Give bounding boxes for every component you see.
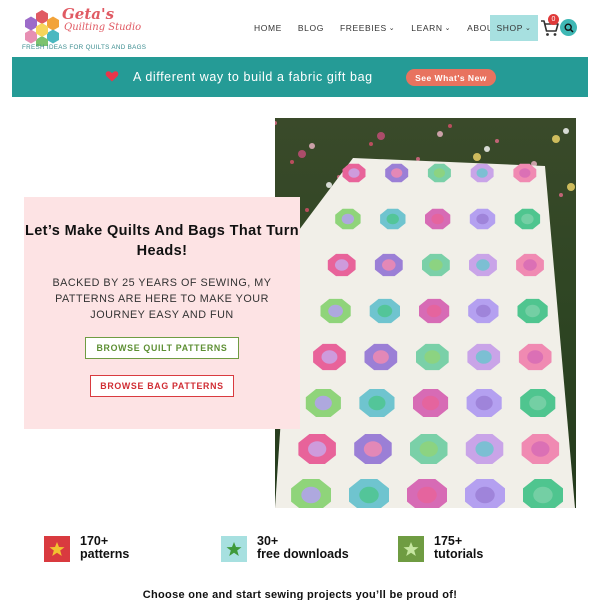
logo-name: Geta's: [62, 5, 115, 23]
hero-subtitle: BACKED BY 25 YEARS OF SEWING, MY PATTERN…: [52, 277, 272, 321]
promo-banner: A different way to build a fabric gift b…: [12, 57, 588, 97]
nav-learn-label: LEARN: [411, 23, 443, 33]
banner-text: A different way to build a fabric gift b…: [133, 70, 373, 84]
cta-text: Choose one and start sewing projects you…: [142, 589, 458, 600]
nav-home[interactable]: HOME: [254, 23, 282, 33]
logo-subtitle: Quilting Studio: [64, 22, 142, 33]
search-button[interactable]: [560, 19, 577, 36]
nav-freebies[interactable]: FREEBIES ⌄: [340, 23, 395, 33]
hero-title: Let’s Make Quilts And Bags That Turn Hea…: [24, 223, 300, 259]
cart-count-badge: 0: [548, 14, 559, 25]
stat-label: free downloads: [257, 547, 349, 561]
stat-number: 170+: [80, 534, 109, 548]
main-nav: HOME BLOG FREEBIES ⌄ LEARN ⌄ ABOUT: [254, 16, 515, 40]
chevron-down-icon: ⌄: [388, 25, 396, 32]
hero-card: Let’s Make Quilts And Bags That Turn Hea…: [24, 197, 300, 429]
logo-tagline: FRESH IDEAS FOR QUILTS AND BAGS: [22, 44, 147, 51]
browse-bag-patterns-button[interactable]: BROWSE BAG PATTERNS: [90, 375, 234, 397]
stat-label: tutorials: [434, 547, 484, 561]
nav-home-label: HOME: [254, 23, 282, 33]
nav-shop-label: SHOP: [496, 23, 524, 33]
nav-freebies-label: FREEBIES: [339, 23, 387, 33]
chevron-down-icon: ⌄: [444, 25, 452, 32]
star-icon: [398, 536, 424, 562]
star-icon: [221, 536, 247, 562]
nav-blog-label: BLOG: [297, 23, 324, 33]
site-logo[interactable]: Geta's Quilting Studio FRESH IDEAS FOR Q…: [22, 6, 172, 52]
stat-number: 175+: [434, 534, 463, 548]
heart-icon: [105, 71, 119, 82]
stat-label: patterns: [80, 547, 130, 561]
search-icon: [563, 22, 574, 33]
star-icon: [44, 536, 70, 562]
site-header: Geta's Quilting Studio FRESH IDEAS FOR Q…: [0, 0, 600, 56]
stat-number: 30+: [257, 534, 279, 548]
quilt-image: [275, 118, 576, 508]
browse-quilt-patterns-button[interactable]: BROWSE QUILT PATTERNS: [85, 337, 239, 359]
nav-shop[interactable]: SHOP ⌄: [490, 15, 538, 41]
nav-learn[interactable]: LEARN ⌄: [411, 23, 451, 33]
hexagon-flower-icon: [25, 10, 59, 46]
see-whats-new-button[interactable]: See What's New: [406, 69, 496, 86]
chevron-down-icon: ⌄: [525, 25, 532, 32]
nav-blog[interactable]: BLOG: [298, 23, 324, 33]
quilt-photo: [275, 118, 576, 508]
